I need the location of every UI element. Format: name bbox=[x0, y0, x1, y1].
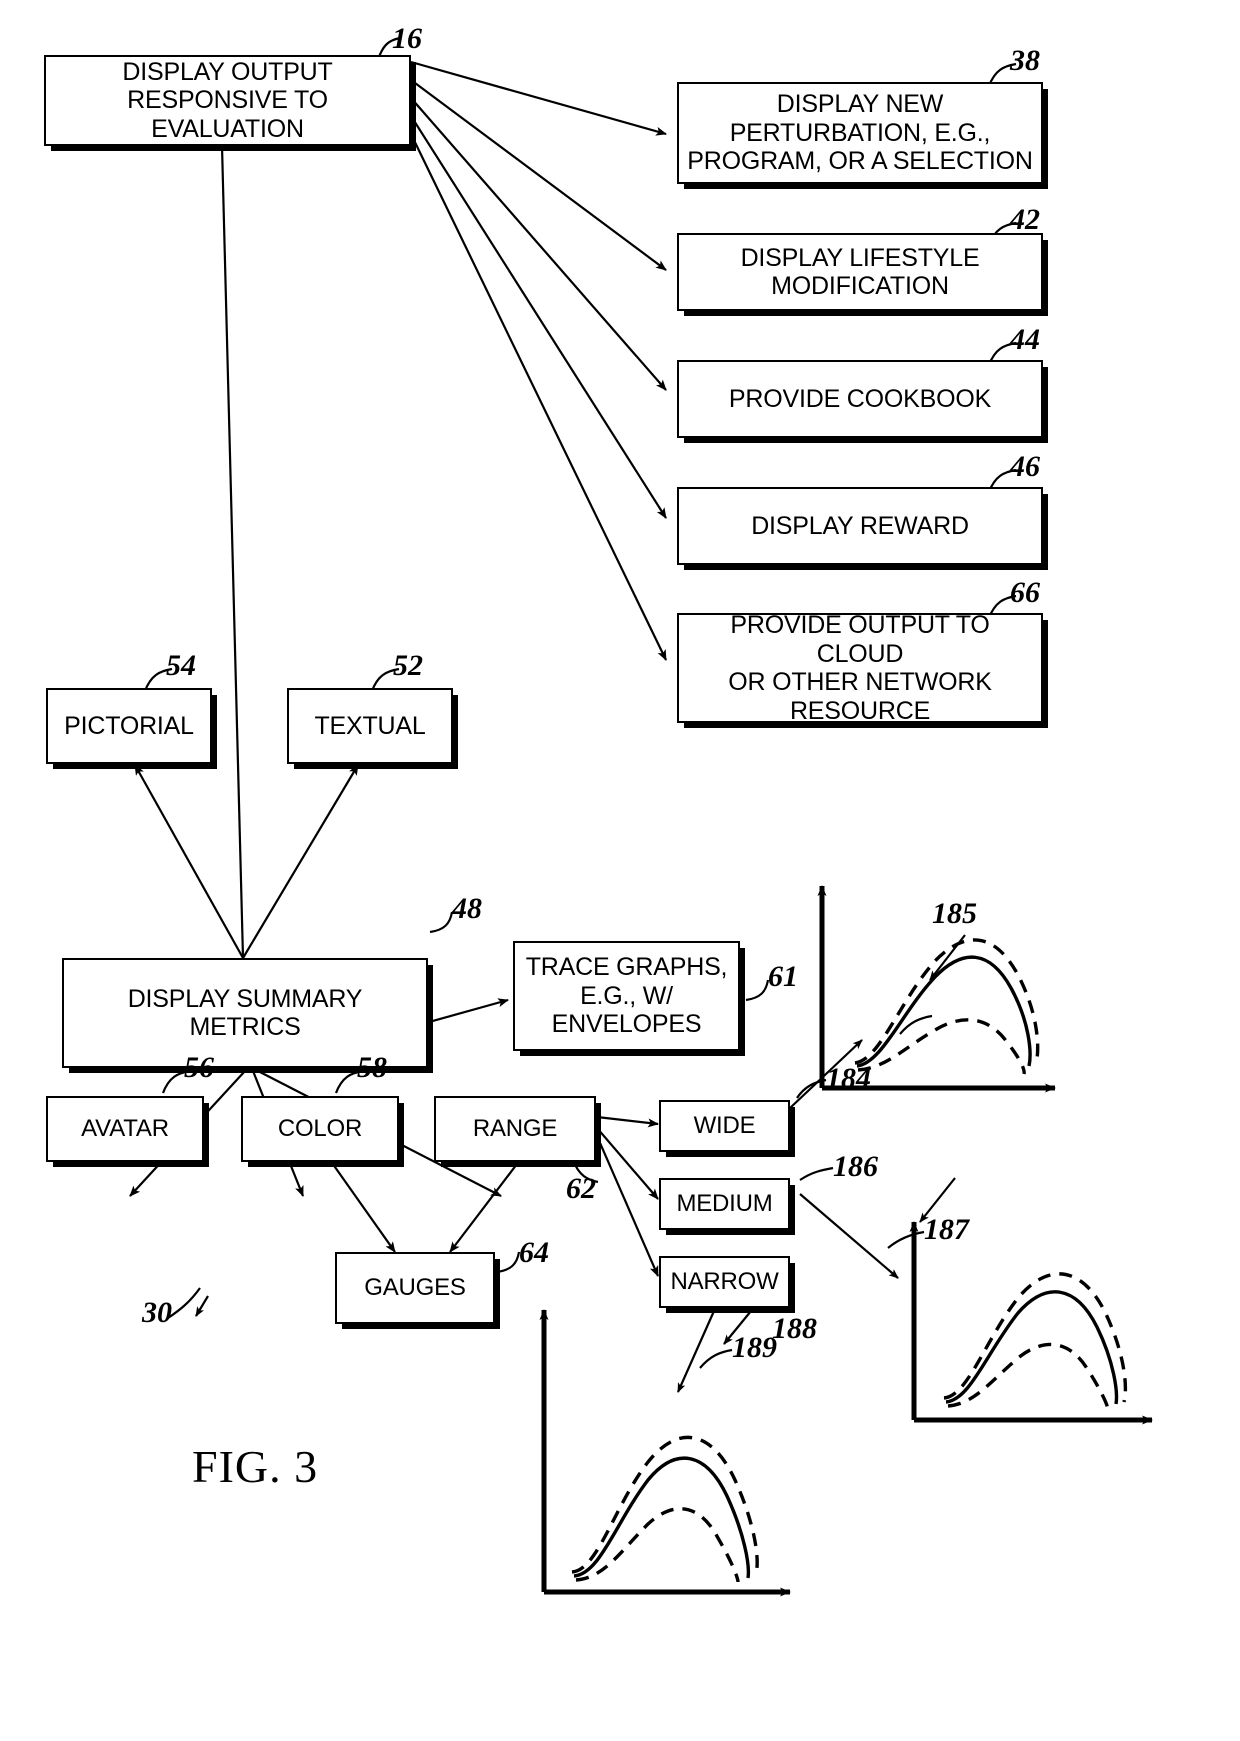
edges-summary-to-modes bbox=[134, 764, 359, 959]
refnum-184: 184 bbox=[826, 1062, 871, 1095]
node-medium-label: MEDIUM bbox=[676, 1190, 773, 1218]
node-color-label: COLOR bbox=[277, 1115, 363, 1143]
refnum-188: 188 bbox=[772, 1312, 817, 1345]
edges-to-gauges bbox=[329, 1159, 521, 1253]
refnum-52: 52 bbox=[393, 649, 423, 682]
refnum-56: 56 bbox=[184, 1051, 214, 1084]
node-display-output-label: DISPLAY OUTPUT RESPONSIVE TO EVALUATION bbox=[122, 57, 333, 143]
node-narrow[interactable]: NARROW bbox=[659, 1256, 790, 1308]
refnum-62: 62 bbox=[566, 1172, 596, 1205]
node-textual-label: TEXTUAL bbox=[314, 711, 426, 740]
node-provide-cookbook-label: PROVIDE COOKBOOK bbox=[728, 384, 992, 413]
node-gauges-label: GAUGES bbox=[364, 1274, 466, 1302]
node-trace-graphs-label: TRACE GRAPHS, E.G., W/ ENVELOPES bbox=[525, 953, 728, 1039]
node-display-lifestyle-modification-label: DISPLAY LIFESTYLE MODIFICATION bbox=[740, 243, 980, 301]
graph-189-curves bbox=[571, 1435, 759, 1583]
refnum-58: 58 bbox=[357, 1051, 387, 1084]
node-display-reward[interactable]: DISPLAY REWARD bbox=[677, 487, 1043, 565]
node-medium[interactable]: MEDIUM bbox=[659, 1178, 790, 1230]
refnum-64: 64 bbox=[519, 1236, 549, 1269]
refnum-48: 48 bbox=[452, 892, 482, 925]
refnum-30: 30 bbox=[142, 1296, 172, 1329]
node-display-new-perturbation-label: DISPLAY NEW PERTURBATION, E.G., PROGRAM,… bbox=[687, 90, 1033, 176]
node-color[interactable]: COLOR bbox=[241, 1096, 399, 1162]
node-provide-cookbook[interactable]: PROVIDE COOKBOOK bbox=[677, 360, 1043, 438]
node-textual[interactable]: TEXTUAL bbox=[287, 688, 453, 764]
node-pictorial-label: PICTORIAL bbox=[64, 711, 194, 740]
refnum-66: 66 bbox=[1010, 576, 1040, 609]
node-display-summary-metrics-label: DISPLAY SUMMARY METRICS bbox=[127, 984, 363, 1042]
refnum-16: 16 bbox=[392, 22, 422, 55]
refnum-54: 54 bbox=[166, 649, 196, 682]
node-display-output[interactable]: DISPLAY OUTPUT RESPONSIVE TO EVALUATION bbox=[44, 55, 411, 146]
node-range[interactable]: RANGE bbox=[434, 1096, 596, 1162]
node-trace-graphs[interactable]: TRACE GRAPHS, E.G., W/ ENVELOPES bbox=[513, 941, 740, 1051]
node-display-lifestyle-modification[interactable]: DISPLAY LIFESTYLE MODIFICATION bbox=[677, 233, 1043, 311]
figure-caption: FIG. 3 bbox=[192, 1441, 319, 1492]
refnum-42: 42 bbox=[1010, 203, 1040, 236]
refnum-185: 185 bbox=[932, 897, 977, 930]
node-display-new-perturbation[interactable]: DISPLAY NEW PERTURBATION, E.G., PROGRAM,… bbox=[677, 82, 1043, 184]
node-range-label: RANGE bbox=[472, 1115, 558, 1143]
node-pictorial[interactable]: PICTORIAL bbox=[46, 688, 212, 764]
connector-layer bbox=[129, 36, 1153, 1597]
refnum-61: 61 bbox=[768, 960, 798, 993]
edges-from-display-output bbox=[410, 60, 667, 661]
refnum-186: 186 bbox=[833, 1150, 878, 1183]
node-provide-output-to-cloud[interactable]: PROVIDE OUTPUT TO CLOUD OR OTHER NETWORK… bbox=[677, 611, 1043, 725]
edge-narrow-to-graph bbox=[676, 1301, 720, 1393]
graph-187-curves bbox=[943, 1272, 1128, 1411]
node-gauges[interactable]: GAUGES bbox=[335, 1252, 495, 1324]
refnum-38: 38 bbox=[1010, 44, 1040, 77]
refnum-187: 187 bbox=[924, 1213, 969, 1246]
node-wide-label: WIDE bbox=[693, 1112, 756, 1140]
node-avatar[interactable]: AVATAR bbox=[46, 1096, 204, 1162]
node-wide[interactable]: WIDE bbox=[659, 1100, 790, 1152]
refnum-46: 46 bbox=[1010, 450, 1040, 483]
refnum-189: 189 bbox=[732, 1331, 777, 1364]
node-avatar-label: AVATAR bbox=[81, 1115, 169, 1143]
edge-output-to-summary bbox=[220, 145, 245, 959]
edge-medium-to-graph bbox=[799, 1193, 899, 1279]
edges-range-to-widths bbox=[595, 1115, 660, 1277]
node-display-reward-label: DISPLAY REWARD bbox=[751, 511, 969, 540]
node-narrow-label: NARROW bbox=[670, 1268, 779, 1296]
refnum-44: 44 bbox=[1010, 323, 1040, 356]
node-provide-output-to-cloud-label: PROVIDE OUTPUT TO CLOUD OR OTHER NETWORK… bbox=[728, 611, 992, 725]
patent-figure-page: DISPLAY OUTPUT RESPONSIVE TO EVALUATION … bbox=[0, 0, 1240, 1741]
